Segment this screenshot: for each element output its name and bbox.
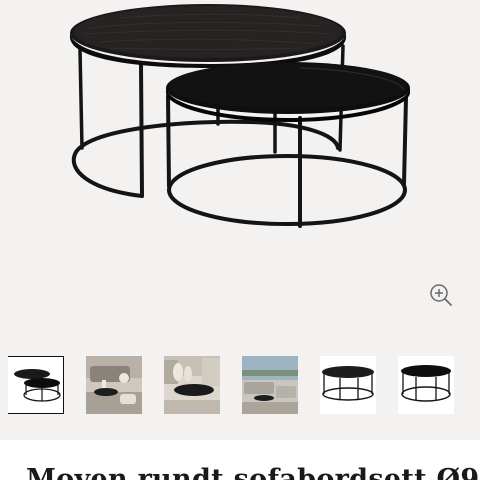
thumbnail-strip (0, 356, 480, 420)
zoom-button[interactable] (428, 282, 454, 308)
thumbnail-living-room-2[interactable] (164, 356, 220, 414)
product-photo-coffee-table-set (70, 4, 410, 228)
thumbnail-nested-tables[interactable] (8, 356, 64, 414)
thumbnail-large-table[interactable] (320, 356, 376, 414)
thumbnail-small-table[interactable] (398, 356, 454, 414)
product-image-area (0, 0, 480, 440)
product-title: Moyen rundt sofabordsett Ø90 (26, 464, 480, 480)
product-title-area: Moyen rundt sofabordsett Ø90 (0, 440, 480, 480)
thumbnail-living-room-1[interactable] (86, 356, 142, 414)
thumbnail-living-room-3[interactable] (242, 356, 298, 414)
zoom-in-icon (430, 284, 452, 306)
